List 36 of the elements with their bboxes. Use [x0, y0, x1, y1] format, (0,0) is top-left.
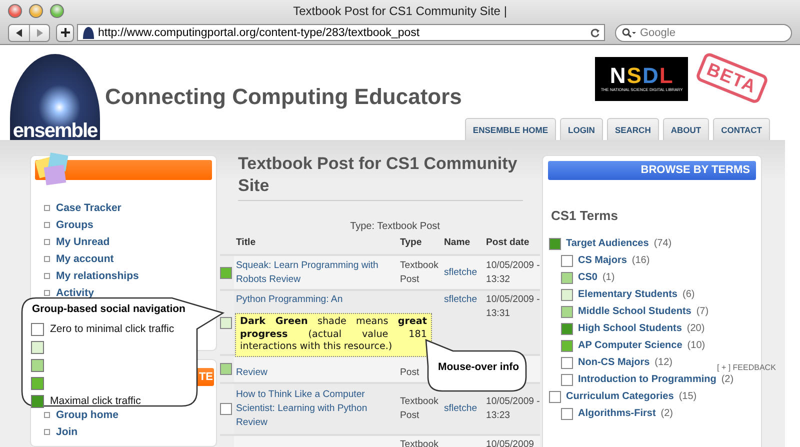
table-cell-text: 10/05/2009: [486, 438, 536, 447]
term-count: (12): [654, 357, 672, 368]
beta-stamp: BETA: [695, 51, 770, 105]
window-title: Textbook Post for CS1 Community Site |: [292, 4, 508, 18]
term-count: (1): [602, 272, 615, 283]
column-header: Post date: [486, 236, 530, 250]
terms-title: CS1 Terms: [551, 208, 619, 223]
site-title: Connecting Computing Educators: [105, 84, 462, 111]
term-count: (2): [660, 408, 674, 419]
column-header: Type: [400, 236, 423, 250]
table-cell: 10/05/2009 - 13:32: [486, 258, 540, 286]
term-count: (6): [682, 289, 695, 300]
term-count: (15): [678, 391, 697, 402]
term-count: (16): [632, 255, 650, 266]
table-cell-text: Post: [400, 366, 420, 380]
term-count: (20): [686, 323, 705, 334]
tooltip: Dark Green shade means great progress (actual value 181 interactions with this resource.): [235, 313, 432, 356]
term-count: (10): [687, 340, 706, 351]
table-caption: Type: Textbook Post: [349, 221, 441, 232]
legend-label: Zero to minimal click traffic: [50, 323, 174, 335]
sidebar-heading: TE: [198, 371, 213, 383]
page-title: Textbook Post for CS1 Community Site: [238, 153, 523, 201]
table-cell: 10/05/2009 - 13:31: [486, 293, 540, 321]
column-header: Name: [444, 236, 472, 250]
table-cell-text: Textbook Post: [400, 395, 440, 423]
table-cell-text: Textbook: [400, 438, 440, 447]
term-count: (2): [721, 374, 734, 385]
browse-header: BROWSE BY TERMS: [548, 161, 756, 180]
callout-title: Group-based social navigation: [32, 303, 186, 315]
column-header: Title: [236, 236, 257, 250]
term-count: (74): [654, 238, 672, 249]
callout-label: Mouse-over info: [438, 361, 520, 373]
legend-label: Maximal click traffic: [50, 395, 141, 407]
term-count: (7): [696, 306, 709, 317]
table-cell: 10/05/2009 - 13:23: [486, 395, 540, 423]
table-cell-text: Textbook Post: [400, 258, 440, 286]
